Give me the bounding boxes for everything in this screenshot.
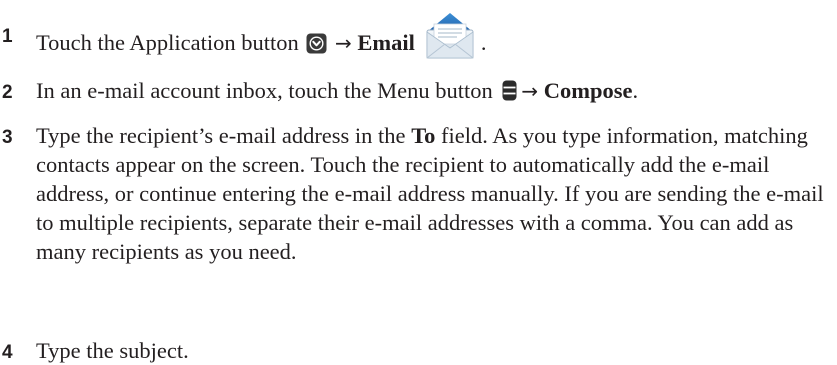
step-text-after: . — [480, 30, 487, 56]
menu-button-icon — [502, 80, 517, 101]
step-text-after: . — [632, 78, 639, 103]
step-number: 1 — [2, 26, 13, 47]
step-emphasis: Compose — [543, 78, 633, 103]
step-text: In an e-mail account inbox, touch the Me… — [36, 76, 831, 106]
step-number: 3 — [2, 127, 13, 148]
step-emphasis: To — [411, 123, 436, 148]
application-button-icon — [306, 33, 327, 53]
arrow-glyph: → — [335, 31, 352, 56]
step-text: Type the recipient’s e-mail address in t… — [36, 121, 826, 266]
step-text-before: Type the recipient’s e-mail address in t… — [36, 123, 412, 148]
email-app-icon — [426, 13, 474, 59]
step-text-before: Touch the Application button — [36, 30, 305, 56]
step-text: Type the subject. — [36, 338, 189, 363]
step-text: Touch the Application button → Email . — [36, 13, 831, 70]
step-number: 2 — [2, 82, 13, 103]
step-text-before: In an e-mail account inbox, touch the Me… — [36, 78, 499, 103]
step-emphasis: Email — [357, 30, 415, 56]
step-number: 4 — [2, 342, 13, 363]
arrow-glyph: → — [521, 79, 539, 103]
